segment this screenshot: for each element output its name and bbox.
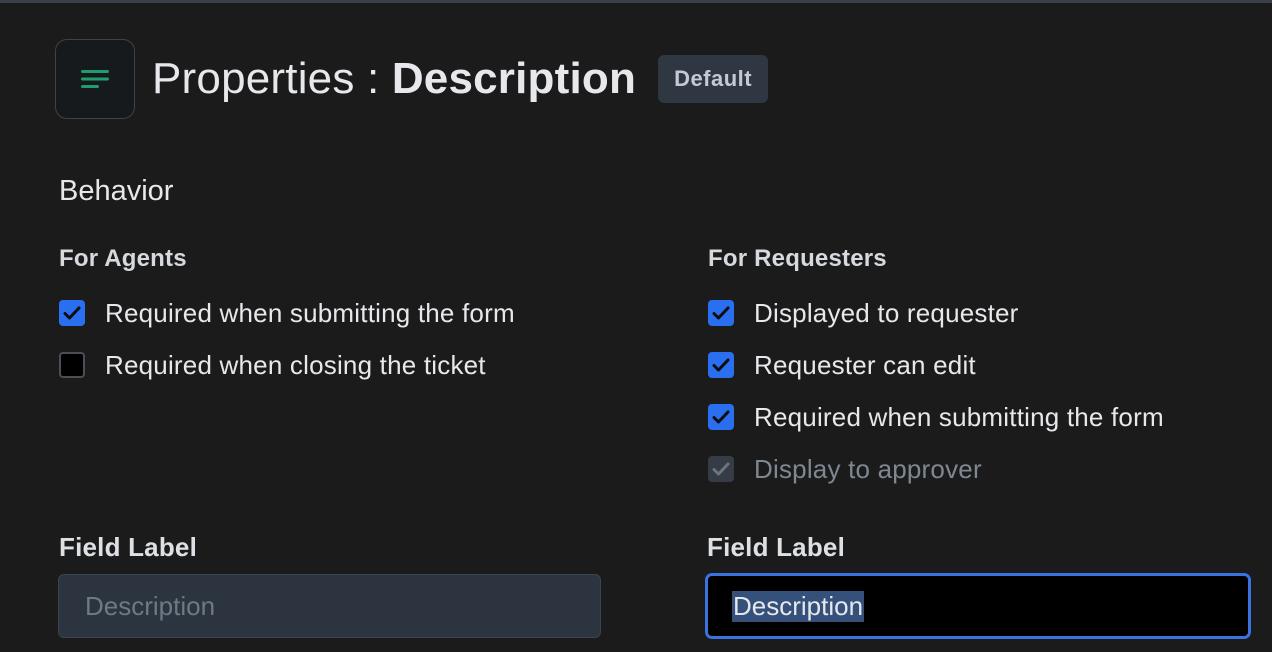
requesters-group-title: For Requesters — [708, 245, 887, 272]
title-prefix: Properties : — [152, 54, 392, 103]
option-label: Display to approver — [754, 453, 982, 484]
checkbox-unchecked[interactable] — [59, 352, 85, 378]
agent-field-label-title: Field Label — [59, 532, 198, 562]
page-title: Properties : Description — [152, 39, 636, 119]
requester-option-required-submit[interactable]: Required when submitting the form — [708, 401, 1164, 433]
requester-option-display-approver: Display to approver — [708, 453, 982, 485]
agent-option-required-submit[interactable]: Required when submitting the form — [59, 297, 515, 329]
check-icon — [63, 306, 81, 320]
input-selected-text: Description — [732, 590, 865, 622]
requester-field-label-input[interactable]: Description — [705, 573, 1251, 639]
align-left-lines-icon — [81, 70, 109, 88]
option-label: Required when submitting the form — [754, 401, 1164, 432]
agents-group-title: For Agents — [59, 245, 187, 272]
checkbox-checked[interactable] — [708, 352, 734, 378]
default-badge: Default — [658, 55, 769, 103]
page-header: Properties : Description Default — [55, 39, 769, 119]
agent-field-label-input — [58, 574, 601, 638]
option-label: Displayed to requester — [754, 297, 1019, 328]
option-label: Requester can edit — [754, 349, 976, 380]
title-field-name: Description — [391, 54, 637, 103]
agent-option-required-close[interactable]: Required when closing the ticket — [59, 349, 486, 381]
checkbox-checked[interactable] — [59, 300, 85, 326]
top-border — [0, 0, 1272, 3]
check-icon — [712, 462, 730, 476]
behavior-section-title: Behavior — [59, 175, 174, 207]
checkbox-checked-disabled — [708, 456, 734, 482]
requester-option-can-edit[interactable]: Requester can edit — [708, 349, 976, 381]
check-icon — [712, 410, 730, 424]
check-icon — [712, 306, 730, 320]
checkbox-checked[interactable] — [708, 404, 734, 430]
requester-option-displayed[interactable]: Displayed to requester — [708, 297, 1019, 329]
check-icon — [712, 358, 730, 372]
requester-field-label-title: Field Label — [707, 532, 846, 562]
option-label: Required when closing the ticket — [105, 349, 486, 380]
option-label: Required when submitting the form — [105, 297, 515, 328]
field-type-badge — [55, 39, 135, 119]
checkbox-checked[interactable] — [708, 300, 734, 326]
